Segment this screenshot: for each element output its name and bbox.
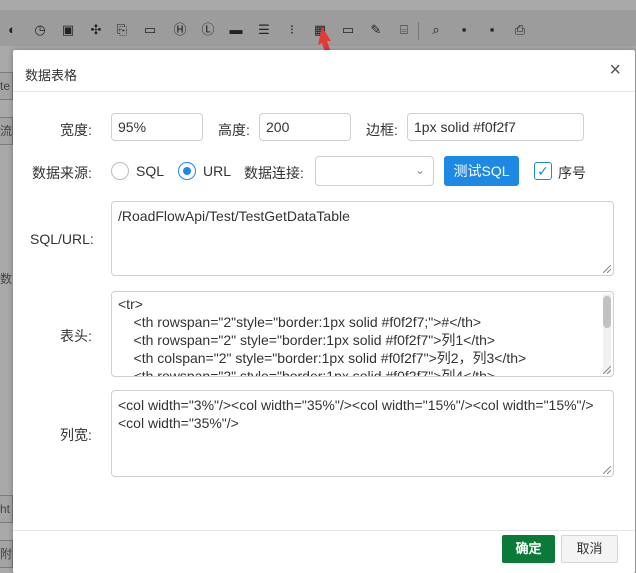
height-input[interactable]: 200	[259, 113, 351, 141]
source-label: 数据来源:	[32, 165, 92, 181]
ordered-list-icon[interactable]: ⁝	[284, 22, 300, 38]
height-label: 高度:	[218, 122, 250, 138]
save-as-icon[interactable]: ▪	[484, 22, 500, 38]
source-option-url: URL	[203, 163, 232, 179]
resize-handle-icon[interactable]	[603, 466, 611, 474]
bg-text: 流	[0, 124, 13, 138]
header-line: <th rowspan="2"style="border:1px solid #…	[118, 314, 482, 330]
bg-label: 数	[0, 270, 12, 287]
frame-icon[interactable]: ▣	[60, 22, 76, 38]
publish-icon[interactable]: ⎙	[512, 22, 528, 38]
scrollbar-thumb[interactable]	[603, 296, 611, 328]
toggle-icon[interactable]: ◐	[4, 22, 20, 38]
bg-text: te	[0, 79, 11, 93]
bg-input-4: 附	[0, 540, 13, 568]
col-width-value: <col width="3%"/><col width="35%"/><col …	[118, 397, 594, 431]
clock-icon[interactable]: ◷	[32, 22, 48, 38]
bg-text: ht	[0, 502, 11, 516]
data-table-dialog: 数据表格 × 宽度: 95% 高度: 200 边框: 1px solid #f0…	[13, 50, 635, 573]
border-label: 边框:	[366, 122, 398, 138]
connection-select[interactable]: ⌄	[315, 156, 434, 186]
resize-handle-icon[interactable]	[603, 265, 611, 273]
scrollbar[interactable]	[603, 294, 611, 374]
close-icon[interactable]: ×	[609, 60, 621, 80]
serial-label: 序号	[558, 165, 586, 181]
source-option-sql: SQL	[136, 163, 165, 179]
header-label: 表头:	[60, 328, 92, 344]
pen-icon[interactable]: ✎	[368, 22, 384, 38]
header-line: <th rowspan="2" style="border:1px solid …	[118, 332, 496, 348]
bg-input-1: te	[0, 72, 13, 100]
width-label: 宽度:	[60, 122, 92, 138]
header-line: <th colspan="2" style="border:1px solid …	[118, 350, 527, 366]
sql-url-label: SQL/URL:	[30, 231, 94, 247]
bg-text: 数	[0, 272, 12, 286]
test-sql-button[interactable]: 测试SQL	[444, 156, 519, 186]
attachment-icon[interactable]: ⎘	[114, 22, 130, 38]
save-icon[interactable]: ▪	[456, 22, 472, 38]
serial-checkbox[interactable]: ✓	[534, 162, 552, 180]
width-input[interactable]: 95%	[111, 113, 203, 141]
bg-text: 附	[0, 547, 13, 561]
text-field-icon[interactable]: ▭	[142, 22, 158, 38]
col-width-textarea[interactable]: <col width="3%"/><col width="35%"/><col …	[111, 390, 614, 477]
border-input[interactable]: 1px solid #f0f2f7	[407, 113, 584, 141]
hidden-field-icon[interactable]: Ⓗ	[172, 22, 188, 38]
label-icon[interactable]: Ⓛ	[200, 22, 216, 38]
code-file-icon[interactable]: ⌸	[396, 22, 412, 38]
org-icon[interactable]: ✣	[88, 22, 104, 38]
sql-url-textarea[interactable]: /RoadFlowApi/Test/TestGetDataTable	[111, 201, 614, 276]
header-line: <th rowspan="2" style="border:1px solid …	[118, 368, 496, 377]
chevron-down-icon: ⌄	[414, 163, 425, 177]
dialog-footer-divider	[13, 530, 635, 531]
preview-icon[interactable]: ⌕	[428, 22, 444, 38]
list-icon[interactable]: ☰	[256, 22, 272, 38]
resize-handle-icon[interactable]	[603, 366, 611, 374]
header-line: <tr>	[118, 296, 143, 312]
ok-button[interactable]: 确定	[502, 535, 555, 563]
toolbar-separator	[418, 22, 419, 40]
header-textarea[interactable]: <tr> <th rowspan="2"style="border:1px so…	[111, 291, 614, 377]
dialog-header-divider	[13, 91, 635, 92]
cancel-button[interactable]: 取消	[561, 535, 618, 563]
source-radio-url[interactable]	[178, 162, 196, 180]
connection-label: 数据连接:	[244, 165, 304, 181]
button-icon[interactable]: ▬	[228, 22, 244, 38]
source-radio-sql[interactable]	[111, 162, 129, 180]
bg-input-2: 流	[0, 117, 13, 145]
bg-input-3: ht	[0, 495, 13, 523]
sql-url-value: /RoadFlowApi/Test/TestGetDataTable	[118, 208, 350, 224]
col-width-label: 列宽:	[60, 427, 92, 443]
dialog-title: 数据表格	[25, 68, 78, 83]
